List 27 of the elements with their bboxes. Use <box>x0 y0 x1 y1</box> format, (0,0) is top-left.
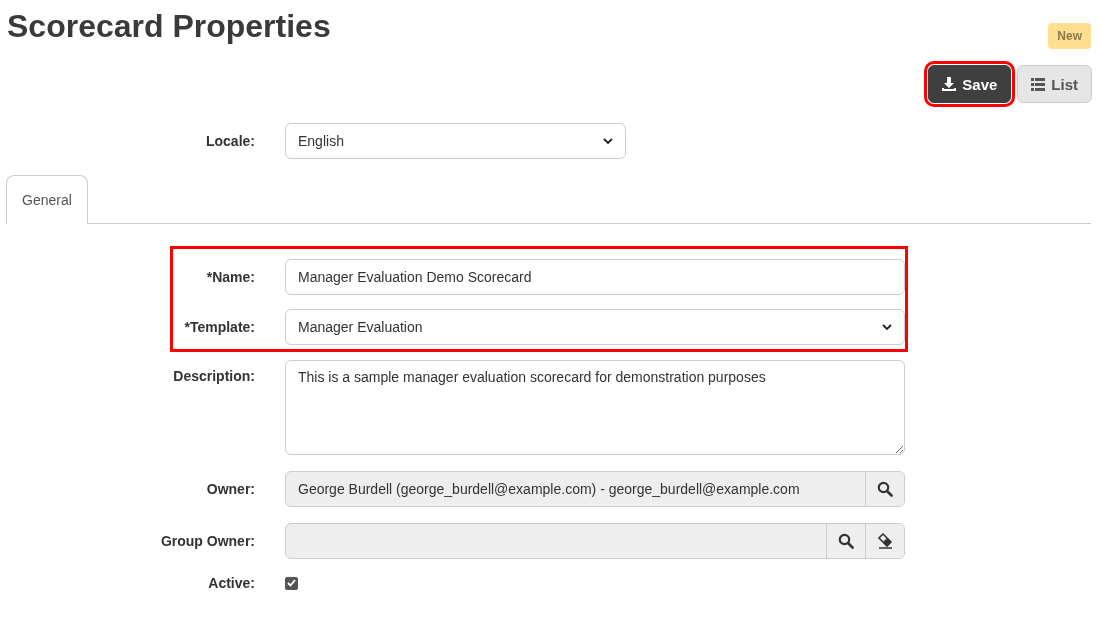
description-field[interactable]: This is a sample manager evaluation scorecard for demonstration purposes <box>285 360 905 455</box>
field-label: Group Owner: <box>159 533 255 549</box>
template-dropdown[interactable]: Manager Evaluation <box>285 309 905 345</box>
field-label: Owner: <box>205 481 255 497</box>
name-field[interactable]: Manager Evaluation Demo Scorecard <box>285 259 905 295</box>
lookup-field[interactable]: George Burdell (george_burdell@example.com) - george_burdell@example.com <box>285 471 905 507</box>
download-icon <box>942 77 957 91</box>
tab[interactable]: General <box>6 175 88 224</box>
clear-button[interactable] <box>865 524 904 558</box>
page-title: Scorecard Properties <box>7 8 331 45</box>
lookup-field[interactable] <box>285 523 905 559</box>
search-button[interactable] <box>865 472 904 506</box>
caret-icon <box>603 137 613 145</box>
locale-dropdown[interactable]: English <box>285 123 626 159</box>
field-label: Description: <box>172 367 255 384</box>
field-label: Active: <box>207 575 255 591</box>
status-badge: New <box>1048 23 1091 49</box>
search-icon <box>838 533 854 549</box>
search-icon <box>877 481 893 497</box>
list-icon <box>1031 77 1046 91</box>
list-button[interactable]: List <box>1017 65 1092 103</box>
field-label: *Name: <box>205 269 255 285</box>
field-label: *Template: <box>183 319 255 335</box>
caret-icon <box>882 323 892 331</box>
active-checkbox[interactable] <box>285 576 298 590</box>
eraser-icon <box>876 533 894 549</box>
field-label: Locale: <box>205 133 255 149</box>
